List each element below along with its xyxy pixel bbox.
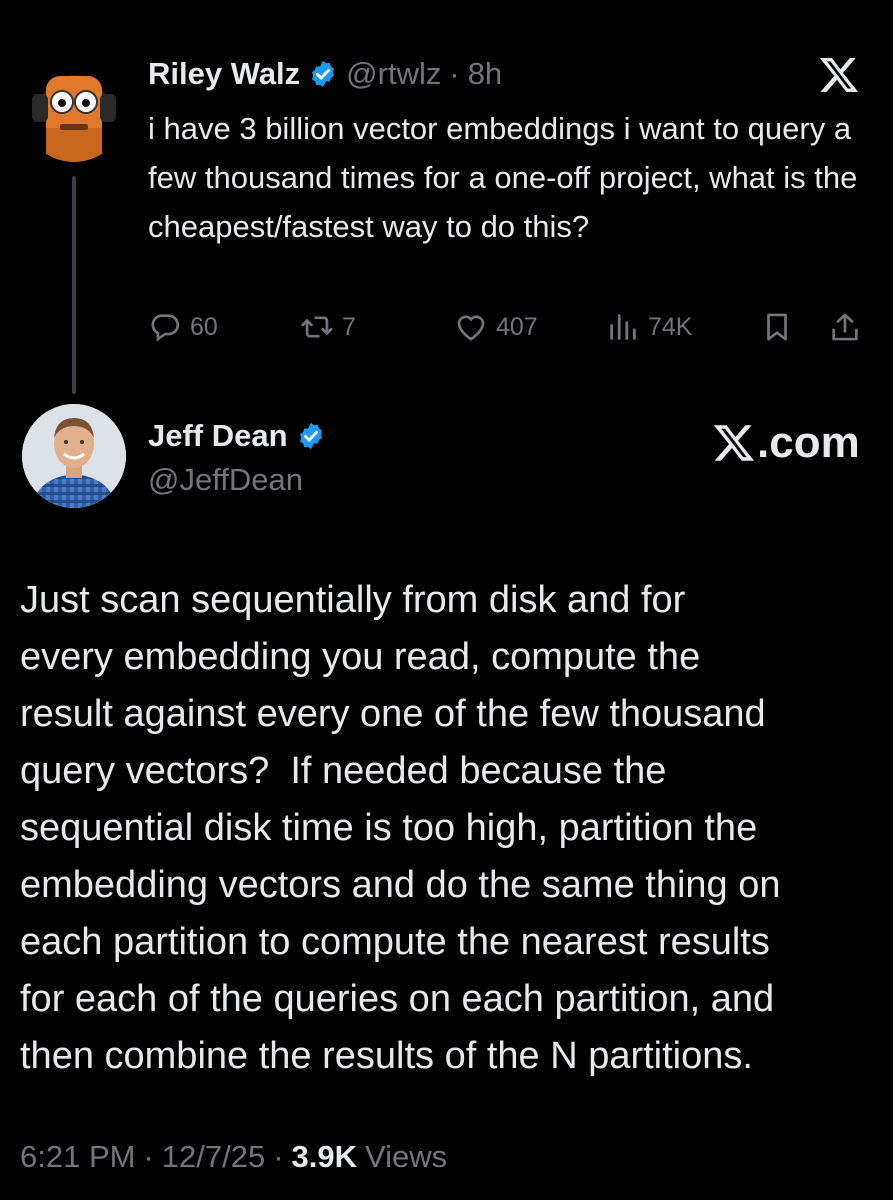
verified-badge-icon (312, 60, 335, 88)
robot-avatar-image (22, 58, 126, 162)
share-button[interactable] (828, 302, 862, 352)
tweet-text-line: Just scan sequentially from disk and for (20, 579, 686, 621)
tweet-time[interactable]: 6:21 PM (20, 1139, 135, 1175)
reply-icon (151, 314, 180, 342)
tweet-text-line: each partition to compute the nearest re… (20, 921, 770, 963)
main-tweet-text: Just scan sequentially from disk and for… (20, 572, 880, 1085)
tweet-text-line: every embedding you read, compute the (20, 636, 701, 678)
views-button[interactable]: 74K (606, 302, 692, 352)
reply-button[interactable]: 60 (148, 302, 218, 352)
profile-photo-image (22, 404, 126, 508)
views-count: 74K (648, 312, 693, 341)
tweet-metadata-footer: 6:21 PM · 12/7/25 · 3.9K Views (20, 1134, 447, 1180)
tweet-actions-bar: 60 7 407 74K (148, 302, 868, 352)
tweet-text-line: result against every one of the few thou… (20, 693, 766, 735)
author-name[interactable]: Riley Walz (148, 56, 300, 92)
repost-button[interactable]: 7 (300, 302, 356, 352)
tweet-text-line: query vectors? If needed because the (20, 750, 667, 792)
bookmark-icon (767, 313, 787, 341)
views-chart-icon (610, 314, 636, 340)
like-button[interactable]: 407 (454, 302, 538, 352)
avatar-jeff-dean[interactable] (22, 404, 126, 508)
main-tweet-header: Jeff Dean (148, 414, 326, 458)
x-logo-icon (819, 58, 859, 92)
header-separator: · (449, 56, 460, 91)
share-icon (832, 313, 858, 341)
like-count: 407 (496, 312, 538, 341)
watermark-text: .com (757, 418, 860, 467)
author-name[interactable]: Jeff Dean (148, 418, 288, 454)
x-com-watermark: .com (712, 416, 860, 470)
footer-separator: · (273, 1139, 284, 1174)
repost-icon (301, 316, 333, 338)
reply-count: 60 (190, 312, 218, 341)
x-logo-icon (713, 425, 755, 461)
heart-icon (457, 315, 485, 341)
avatar-riley-walz[interactable] (22, 58, 126, 162)
footer-separator: · (143, 1139, 154, 1174)
bookmark-button[interactable] (760, 302, 794, 352)
author-handle[interactable]: @JeffDean (148, 462, 303, 498)
tweet-text-line: embedding vectors and do the same thing … (20, 864, 781, 906)
tweet-text-line: then combine the results of the N partit… (20, 1035, 753, 1077)
author-handle[interactable]: @rtwlz (346, 56, 441, 92)
views-total: 3.9K (291, 1139, 358, 1174)
parent-tweet-header: Riley Walz @rtwlz · 8h (148, 52, 502, 96)
parent-tweet-text: i have 3 billion vector embeddings i wan… (148, 111, 858, 244)
tweet-age[interactable]: 8h (468, 56, 502, 92)
tweet-date[interactable]: 12/7/25 (162, 1139, 265, 1175)
tweet-text-line: sequential disk time is too high, partit… (20, 807, 758, 849)
thread-connector-line (72, 176, 76, 394)
repost-count: 7 (342, 312, 356, 341)
verified-badge-icon (299, 422, 322, 450)
views-label: Views (365, 1139, 448, 1174)
tweet-text-line: for each of the queries on each partitio… (20, 978, 775, 1020)
